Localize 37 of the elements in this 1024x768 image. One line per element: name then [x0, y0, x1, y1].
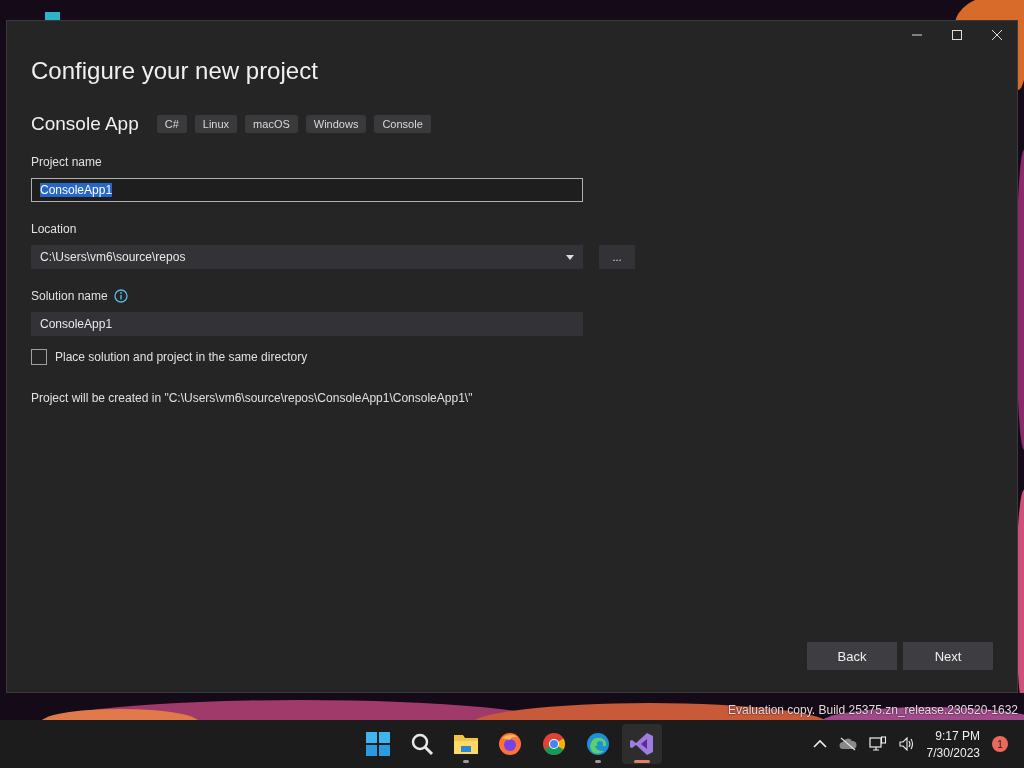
next-button[interactable]: Next	[903, 642, 993, 670]
field-label: Solution name	[31, 289, 108, 303]
template-name: Console App	[31, 113, 139, 135]
search-icon	[410, 732, 434, 756]
template-tag: C#	[156, 115, 187, 133]
browse-button[interactable]: ...	[599, 245, 635, 269]
dialog-title: Configure your new project	[31, 57, 319, 85]
chevron-up-icon[interactable]	[812, 739, 827, 749]
infinity-logo-icon	[630, 732, 654, 756]
folder-icon	[453, 732, 479, 756]
speaker-icon[interactable]	[898, 737, 915, 751]
chrome-browser-icon	[542, 732, 566, 756]
checkbox[interactable]	[31, 349, 47, 365]
windows-logo-icon	[366, 732, 390, 756]
field-label: Location	[31, 222, 77, 236]
fox-browser-icon	[498, 732, 522, 756]
solution-name-field[interactable]: ConsoleApp1	[31, 312, 583, 336]
template-tag: Console	[374, 115, 431, 133]
info-icon[interactable]	[113, 289, 128, 303]
wave-browser-icon	[586, 732, 610, 756]
location-dropdown[interactable]: C:\Users\vm6\source\repos	[31, 245, 583, 269]
dropdown-caret-icon[interactable]	[566, 254, 574, 260]
network-icon[interactable]	[868, 736, 887, 752]
clock-time[interactable]: 9:17 PM	[935, 728, 980, 743]
notification-badge[interactable]: 1	[992, 736, 1008, 752]
template-tag: Windows	[305, 115, 367, 133]
field-label: Project name	[31, 155, 102, 169]
template-tag: Linux	[194, 115, 238, 133]
back-button[interactable]: Back	[807, 642, 897, 670]
clock-date[interactable]: 7/30/2023	[926, 745, 980, 760]
checkbox-label: Place solution and project in the same directory	[55, 350, 308, 364]
close-icon[interactable]	[991, 29, 1003, 41]
project-name-field[interactable]: ConsoleApp1	[31, 178, 583, 202]
template-tag: macOS	[245, 115, 298, 133]
maximize-icon[interactable]	[951, 29, 963, 41]
path-note: Project will be created in "C:\Users\vm6\source\repos\ConsoleApp1\ConsoleApp1\"	[31, 391, 474, 405]
cloud-off-icon[interactable]	[838, 737, 857, 751]
